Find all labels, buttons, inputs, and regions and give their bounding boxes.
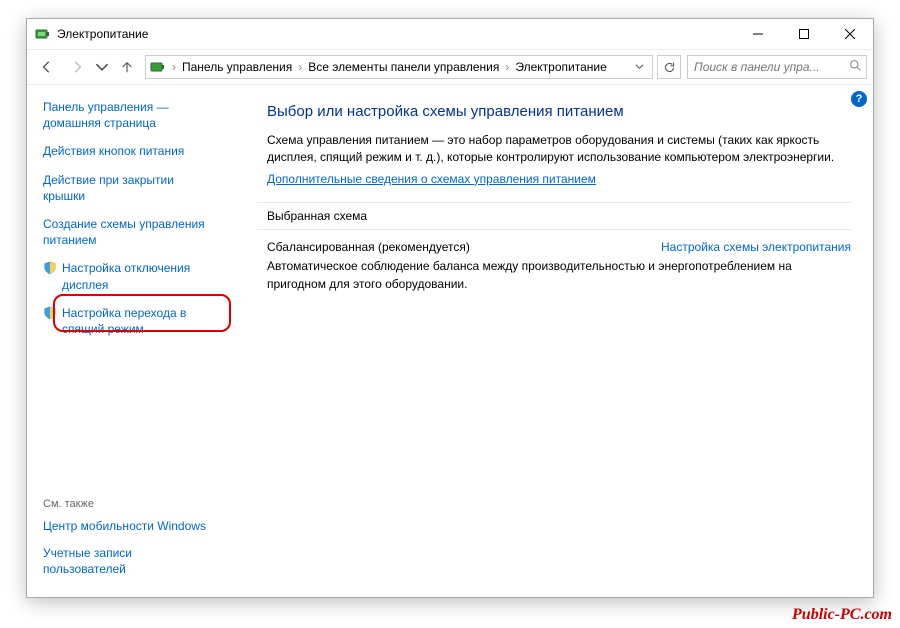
back-button[interactable] — [33, 53, 61, 81]
search-input[interactable] — [692, 59, 845, 75]
battery-icon — [150, 59, 166, 75]
sidebar-item-label: Настройка перехода в спящий режим — [62, 305, 213, 337]
sidebar-item-sleep[interactable]: Настройка перехода в спящий режим — [43, 305, 217, 337]
sidebar-item-label: Создание схемы управления питанием — [43, 216, 213, 248]
sidebar-item-label: Действие при закрытии крышки — [43, 172, 213, 204]
watermark: Public-PC.com — [792, 606, 892, 624]
up-button[interactable] — [113, 53, 141, 81]
breadcrumb-item[interactable]: Панель управления — [182, 60, 292, 74]
window-title: Электропитание — [57, 27, 735, 41]
shield-icon — [43, 306, 57, 320]
sidebar-footer-accounts[interactable]: Учетные записи пользователей — [43, 545, 217, 577]
sidebar-item-label: Панель управления — домашняя страница — [43, 99, 213, 131]
page-heading: Выбор или настройка схемы управления пит… — [267, 103, 851, 120]
sidebar-item-lid-close[interactable]: Действие при закрытии крышки — [43, 172, 217, 204]
window-controls — [735, 19, 873, 49]
window-frame: Электропитание — [26, 18, 874, 598]
recent-locations-button[interactable] — [93, 53, 111, 81]
battery-icon — [35, 26, 51, 42]
sidebar-item-display-off[interactable]: Настройка отключения дисплея — [43, 260, 217, 292]
content-area: Панель управления — домашняя страница Де… — [27, 85, 873, 597]
refresh-button[interactable] — [657, 55, 681, 79]
learn-more-link[interactable]: Дополнительные сведения о схемах управле… — [267, 172, 596, 186]
chevron-right-icon[interactable]: › — [170, 60, 178, 74]
page-intro: Схема управления питанием — это набор па… — [267, 132, 851, 167]
plan-settings-link[interactable]: Настройка схемы электропитания — [661, 240, 851, 254]
main-panel: ? Выбор или настройка схемы управления п… — [217, 85, 873, 597]
search-icon[interactable] — [849, 59, 862, 75]
minimize-button[interactable] — [735, 19, 781, 49]
breadcrumb-item[interactable]: Все элементы панели управления — [308, 60, 499, 74]
question-icon: ? — [856, 93, 863, 105]
sidebar-item-create-plan[interactable]: Создание схемы управления питанием — [43, 216, 217, 248]
address-bar: › Панель управления › Все элементы панел… — [27, 49, 873, 85]
search-box[interactable] — [687, 55, 867, 79]
section-header-selected-plan: Выбранная схема — [257, 202, 851, 230]
sidebar-item-power-buttons[interactable]: Действия кнопок питания — [43, 143, 217, 159]
shield-icon — [43, 261, 57, 275]
chevron-right-icon[interactable]: › — [296, 60, 304, 74]
chevron-right-icon[interactable]: › — [503, 60, 511, 74]
help-button[interactable]: ? — [851, 91, 867, 107]
plan-name: Сбалансированная (рекомендуется) — [267, 240, 470, 254]
sidebar-footer-mobility[interactable]: Центр мобильности Windows — [43, 518, 217, 534]
sidebar-footer-header: См. также — [43, 498, 217, 510]
plan-row: Сбалансированная (рекомендуется) Настрой… — [267, 240, 851, 254]
close-button[interactable] — [827, 19, 873, 49]
sidebar: Панель управления — домашняя страница Де… — [27, 85, 217, 597]
plan-description: Автоматическое соблюдение баланса между … — [267, 258, 851, 293]
breadcrumb-item[interactable]: Электропитание — [515, 60, 606, 74]
sidebar-item-label: Действия кнопок питания — [43, 143, 184, 159]
forward-button[interactable] — [63, 53, 91, 81]
sidebar-item-home[interactable]: Панель управления — домашняя страница — [43, 99, 217, 131]
breadcrumb-box[interactable]: › Панель управления › Все элементы панел… — [145, 55, 653, 79]
titlebar: Электропитание — [27, 19, 873, 49]
sidebar-item-label: Настройка отключения дисплея — [62, 260, 213, 292]
address-dropdown-button[interactable] — [631, 60, 648, 74]
maximize-button[interactable] — [781, 19, 827, 49]
